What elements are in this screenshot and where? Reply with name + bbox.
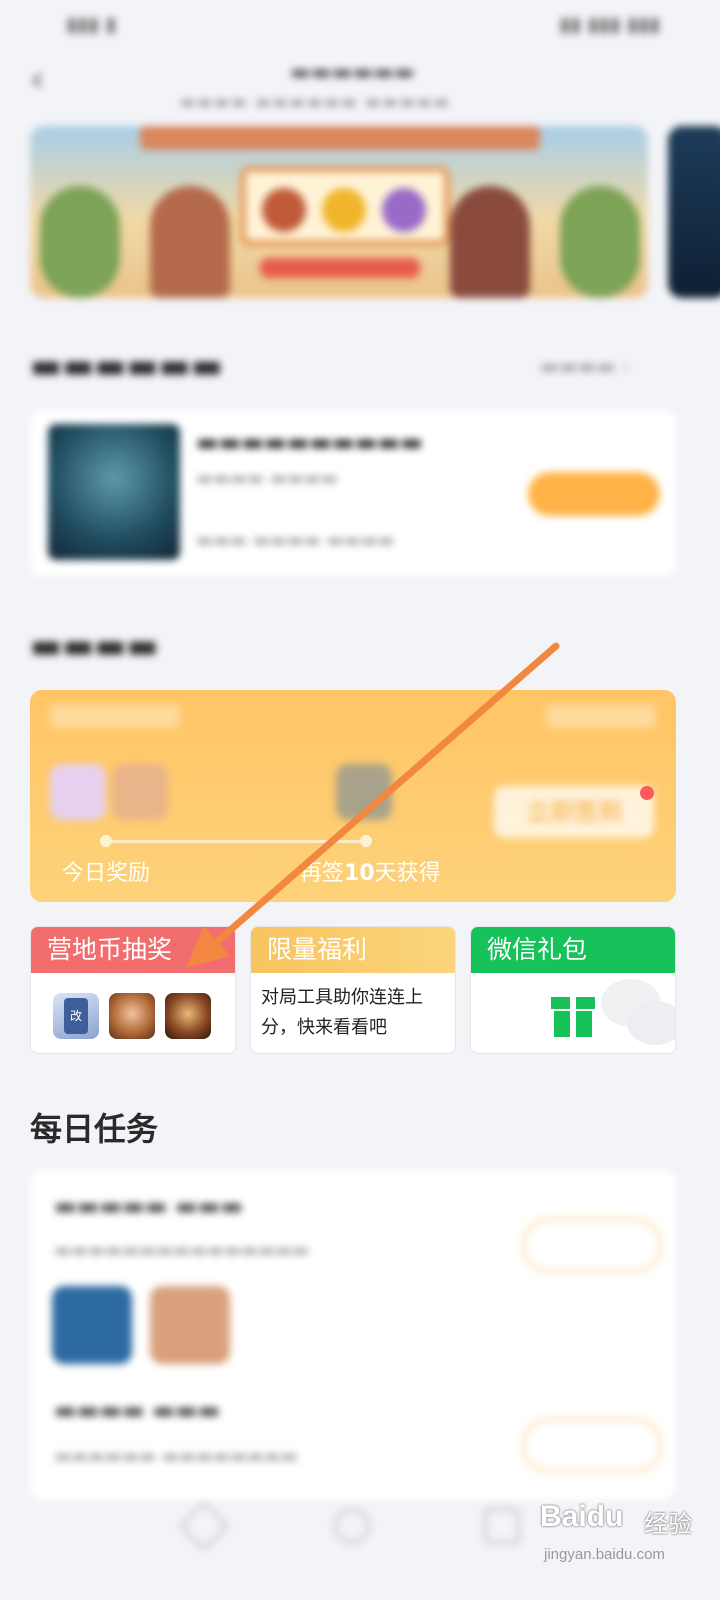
jingyan-label: 经验 [644, 1510, 692, 1538]
task-title: ▬▬▬▬▬ ▬▬▬ [54, 1192, 244, 1220]
task-action-button[interactable] [522, 1418, 662, 1472]
task-description: ▬▬▬▬▬▬ ▬▬▬▬▬▬▬▬ [54, 1446, 298, 1467]
nav-back-icon[interactable] [178, 1500, 230, 1552]
nav-recents-icon[interactable] [484, 1508, 520, 1544]
blurred-tasks: ▬▬▬▬▬ ▬▬▬ ▬▬▬▬▬▬▬▬▬▬▬▬▬▬▬ ▬▬▬▬ ▬▬▬ ▬▬▬▬▬… [0, 0, 720, 1600]
task-description: ▬▬▬▬▬▬▬▬▬▬▬▬▬▬▬ [54, 1240, 310, 1261]
baidu-logo: Baidu [540, 1500, 624, 1533]
task-list-card: ▬▬▬▬▬ ▬▬▬ ▬▬▬▬▬▬▬▬▬▬▬▬▬▬▬ ▬▬▬▬ ▬▬▬ ▬▬▬▬▬… [30, 1170, 676, 1500]
nav-home-icon[interactable] [334, 1508, 370, 1544]
task-action-button[interactable] [522, 1218, 662, 1272]
task-title: ▬▬▬▬ ▬▬▬ [54, 1396, 221, 1424]
task-reward-icon [150, 1286, 230, 1364]
watermark-url: jingyan.baidu.com [544, 1546, 665, 1563]
task-reward-icon [52, 1286, 132, 1364]
baidu-jingyan-watermark: Baidu 经验 jingyan.baidu.com [540, 1500, 710, 1590]
